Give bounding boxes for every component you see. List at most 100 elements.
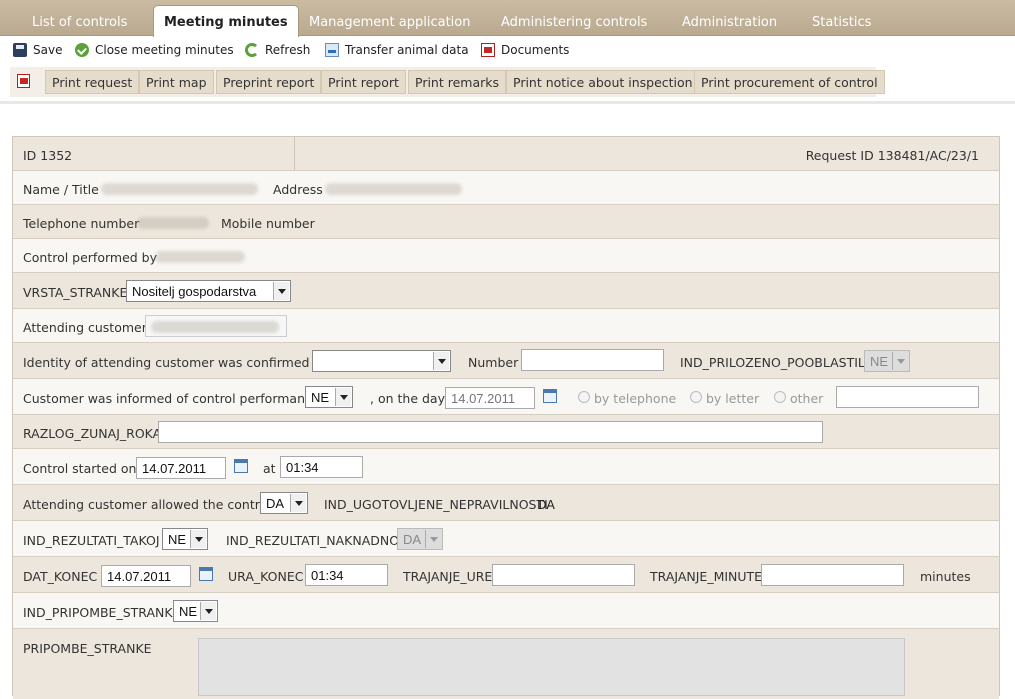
informed-label: Customer was informed of control perform… — [23, 391, 320, 406]
radio-other-label: other — [790, 391, 824, 406]
row-pripombe-ind: IND_PRIPOMBE_STRANKE NE — [13, 593, 999, 629]
ura-konec-field[interactable]: 01:34 — [305, 564, 388, 586]
rezultati-takoj-label: IND_REZULTATI_TAKOJ — [23, 533, 160, 548]
radio-other[interactable] — [774, 391, 786, 403]
address-value-redacted — [325, 183, 462, 195]
performed-by-label: Control performed by — [23, 250, 157, 265]
other-field[interactable] — [836, 386, 979, 408]
nepravilnosti-value: DA — [537, 497, 555, 512]
row-razlog: RAZLOG_ZUNAJ_ROKA — [13, 415, 999, 449]
informed-date-field[interactable]: 14.07.2011 — [445, 387, 535, 409]
calendar-icon[interactable] — [234, 459, 248, 473]
row-rezultati: IND_REZULTATI_TAKOJ NE IND_REZULTATI_NAK… — [13, 521, 999, 557]
tab-administration[interactable]: Administration — [682, 15, 777, 37]
close-minutes-button[interactable]: Close meeting minutes — [75, 41, 234, 59]
documents-button[interactable]: Documents — [481, 41, 569, 59]
id-value: ID 1352 — [23, 148, 73, 163]
attending-label: Attending customer — [23, 320, 147, 335]
pripombe-ind-select[interactable]: NE — [173, 600, 218, 622]
row-id: ID 1352 Request ID 138481/AC/23/1 — [13, 137, 999, 171]
attending-value-redacted — [151, 321, 279, 333]
tab-list-of-controls[interactable]: List of controls — [32, 15, 127, 37]
radio-telephone-label: by telephone — [594, 391, 677, 406]
prilozeno-select[interactable]: NE — [864, 350, 910, 372]
print-procurement-button[interactable]: Print procurement of control — [694, 70, 885, 94]
calendar-icon[interactable] — [543, 389, 557, 403]
dat-konec-field[interactable]: 14.07.2011 — [101, 565, 191, 587]
trajanje-minute-label: TRAJANJE_MINUTE — [650, 569, 763, 584]
row-control-started: Control started on 14.07.2011 at 01:34 — [13, 449, 999, 485]
identity-select[interactable] — [312, 350, 451, 372]
informed-select[interactable]: NE — [305, 386, 353, 408]
radio-letter[interactable] — [690, 391, 702, 403]
print-remarks-button[interactable]: Print remarks — [408, 70, 507, 94]
name-label: Name / Title — [23, 182, 99, 197]
vrsta-select[interactable]: Nositelj gospodarstva — [126, 280, 291, 302]
dat-konec-label: DAT_KONEC — [23, 569, 98, 584]
pripombe-textarea[interactable] — [198, 638, 905, 696]
informed-value: NE — [311, 390, 330, 405]
allowed-value: DA — [266, 496, 285, 511]
tab-administering-controls[interactable]: Administering controls — [501, 15, 647, 37]
started-date-field[interactable]: 14.07.2011 — [136, 457, 226, 479]
divider — [0, 101, 1015, 104]
print-map-button[interactable]: Print map — [139, 70, 214, 94]
chevron-down-icon — [273, 282, 289, 300]
address-label: Address — [273, 182, 323, 197]
transfer-animal-data-button[interactable]: Transfer animal data — [325, 41, 469, 59]
rezultati-naknadno-select[interactable]: DA — [397, 528, 443, 550]
chevron-down-icon — [290, 494, 306, 512]
trajanje-minute-field[interactable] — [761, 564, 904, 586]
divider — [294, 137, 295, 170]
request-id-value: Request ID 138481/AC/23/1 — [805, 148, 979, 163]
print-notice-button[interactable]: Print notice about inspection — [506, 70, 700, 94]
radio-letter-label: by letter — [706, 391, 760, 406]
tab-meeting-minutes[interactable]: Meeting minutes — [153, 5, 299, 37]
pdf-icon — [17, 74, 30, 88]
pripombe-label: PRIPOMBE_STRANKE — [23, 641, 152, 656]
started-time-field[interactable]: 01:34 — [280, 456, 363, 478]
rezultati-naknadno-value: DA — [403, 532, 422, 547]
row-identity: Identity of attending customer was confi… — [13, 343, 999, 379]
pdf-icon — [481, 43, 495, 57]
pripombe-ind-label: IND_PRIPOMBE_STRANKE — [23, 605, 181, 620]
row-allowed: Attending customer allowed the control D… — [13, 485, 999, 521]
rezultati-takoj-value: NE — [168, 532, 187, 547]
check-icon — [75, 43, 89, 57]
attending-customer-field[interactable] — [145, 315, 287, 337]
print-bar: Print request Print map Preprint report … — [10, 67, 885, 97]
number-label: Number — [468, 355, 519, 370]
row-attending-customer: Attending customer — [13, 309, 999, 343]
transfer-label: Transfer animal data — [345, 43, 469, 57]
chevron-down-icon — [425, 530, 441, 548]
razlog-field[interactable] — [158, 421, 823, 443]
print-report-button[interactable]: Print report — [321, 70, 406, 94]
number-field[interactable] — [521, 349, 664, 371]
performed-by-value-redacted — [155, 251, 245, 263]
prilozeno-value: NE — [870, 354, 889, 369]
refresh-button[interactable]: Refresh — [245, 41, 310, 59]
chevron-down-icon — [335, 388, 351, 406]
row-pripombe: PRIPOMBE_STRANKE — [13, 629, 999, 699]
documents-label: Documents — [501, 43, 570, 57]
on-day-label: , on the day — [370, 391, 445, 406]
vrsta-label: VRSTA_STRANKE — [23, 285, 128, 300]
preprint-report-button[interactable]: Preprint report — [216, 70, 322, 94]
rezultati-takoj-select[interactable]: NE — [162, 528, 208, 550]
print-request-button[interactable]: Print request — [45, 70, 140, 94]
save-label: Save — [33, 43, 63, 57]
calendar-icon[interactable] — [199, 567, 213, 581]
save-button[interactable]: Save — [13, 41, 62, 59]
trajanje-ure-field[interactable] — [492, 564, 635, 586]
transfer-icon — [325, 43, 339, 57]
allowed-select[interactable]: DA — [260, 492, 308, 514]
prilozeno-label: IND_PRILOZENO_POOBLASTILO — [680, 355, 875, 370]
row-performed-by: Control performed by — [13, 239, 999, 273]
tab-management-application[interactable]: Management application — [309, 15, 470, 37]
toolbar: Save Close meeting minutes Refresh Trans… — [0, 37, 1015, 63]
chevron-down-icon — [892, 352, 908, 370]
chevron-down-icon — [433, 352, 449, 370]
radio-telephone[interactable] — [578, 391, 590, 403]
telephone-value-redacted — [137, 217, 209, 229]
tab-statistics[interactable]: Statistics — [812, 15, 871, 37]
